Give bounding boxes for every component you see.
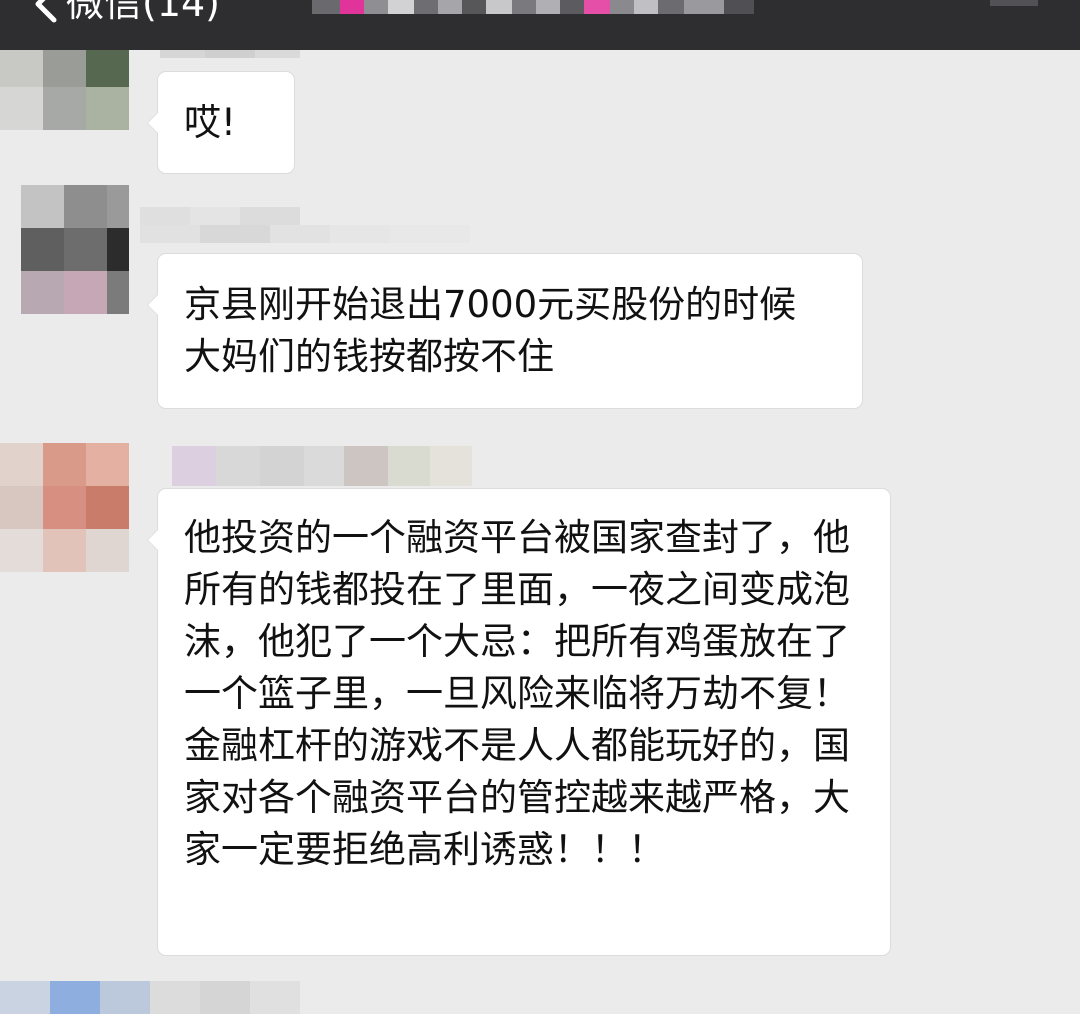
chat-title-obscured bbox=[312, 0, 782, 14]
sender-name-obscured bbox=[172, 446, 472, 486]
message-bubble[interactable]: 他投资的一个融资平台被国家查封了，他所有的钱都投在了里面，一夜之间变成泡沫，他犯… bbox=[147, 489, 890, 955]
sender-name-obscured bbox=[150, 981, 300, 1014]
avatar[interactable] bbox=[0, 443, 130, 572]
sender-name-obscured bbox=[140, 207, 470, 243]
message-text: 哎! bbox=[184, 101, 236, 144]
chat-area: 哎! 京县刚开始退出7000元买股份的时候 大妈们的钱按都按不住 他投资的一个融… bbox=[0, 50, 1080, 1014]
back-button-label[interactable]: 微信(14) bbox=[66, 0, 220, 26]
message-bubble[interactable]: 京县刚开始退出7000元买股份的时候 大妈们的钱按都按不住 bbox=[147, 254, 862, 408]
sender-name-obscured bbox=[160, 50, 300, 58]
avatar[interactable] bbox=[0, 981, 150, 1014]
message-text: 他投资的一个融资平台被国家查封了，他所有的钱都投在了里面，一夜之间变成泡沫，他犯… bbox=[184, 516, 850, 871]
title-bar: 微信(14) bbox=[0, 0, 1080, 50]
back-arrow-icon[interactable] bbox=[26, 0, 66, 24]
message-bubble[interactable]: 哎! bbox=[147, 72, 294, 173]
avatar[interactable] bbox=[21, 185, 129, 314]
more-icon[interactable] bbox=[990, 0, 1038, 6]
message-text: 京县刚开始退出7000元买股份的时候 大妈们的钱按都按不住 bbox=[184, 283, 797, 378]
avatar[interactable] bbox=[0, 50, 130, 142]
